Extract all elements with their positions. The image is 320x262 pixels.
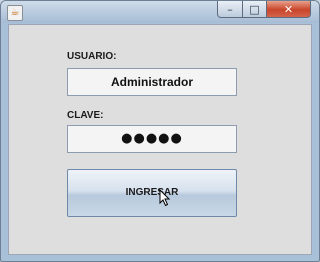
password-field[interactable]: ●●●●●: [67, 125, 237, 153]
minimize-button[interactable]: –: [217, 1, 243, 18]
title-bar[interactable]: ☕ – □ ✕: [1, 1, 319, 23]
username-label: USUARIO:: [67, 51, 117, 62]
maximize-button[interactable]: □: [243, 1, 267, 18]
java-app-icon[interactable]: ☕: [7, 5, 23, 21]
close-button[interactable]: ✕: [267, 1, 311, 18]
login-button[interactable]: INGRESAR: [67, 169, 237, 217]
password-label: CLAVE:: [67, 110, 104, 121]
window-controls: – □ ✕: [217, 1, 311, 19]
login-panel: USUARIO: Administrador CLAVE: ●●●●● INGR…: [8, 24, 312, 255]
username-field[interactable]: Administrador: [67, 68, 237, 96]
mouse-cursor-icon: [159, 189, 171, 207]
login-window: ☕ – □ ✕ USUARIO: Administrador CLAVE: ●●…: [0, 0, 320, 262]
